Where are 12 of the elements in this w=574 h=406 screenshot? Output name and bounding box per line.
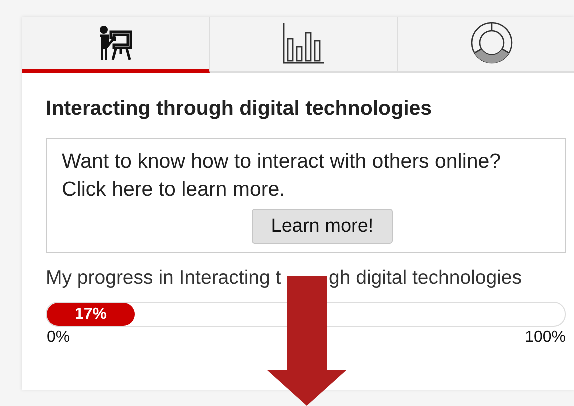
progress-label: gh digital technologies — [329, 267, 522, 290]
max-label: 100% — [525, 329, 566, 347]
min-label: 0% — [47, 329, 70, 347]
presenter-icon — [98, 25, 132, 61]
progress-label: My progress in Interacting t — [46, 267, 282, 290]
tab[interactable] — [22, 17, 210, 73]
learn-more-button[interactable]: Learn more! — [252, 209, 393, 244]
donut-chart-icon — [470, 21, 514, 65]
progress-fill: 17% — [47, 303, 136, 326]
section-title: Interacting through digital technologies — [46, 97, 434, 121]
bar-chart-icon — [282, 22, 324, 64]
info-text: Want to know how to interact with others online? Click here to learn more. — [62, 149, 502, 203]
